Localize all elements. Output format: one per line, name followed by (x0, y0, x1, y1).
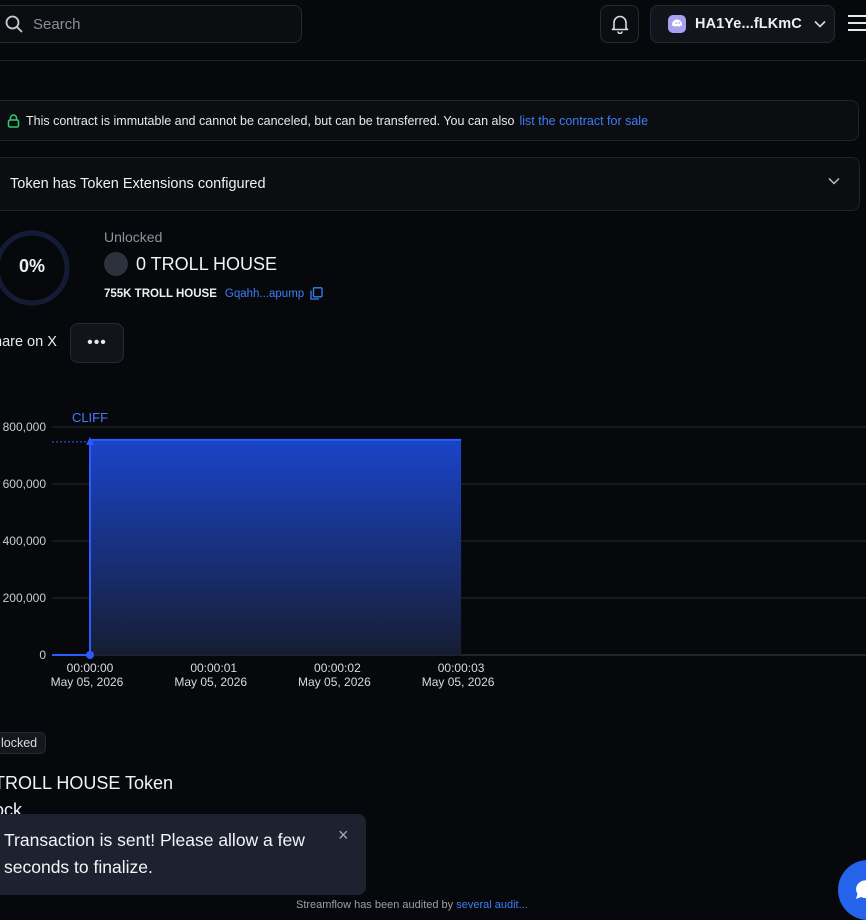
x-tick-date: May 05, 2026 (51, 675, 124, 689)
chevron-down-icon (828, 177, 840, 185)
audit-text: Streamflow has been audited by (296, 899, 454, 911)
phantom-ghost-icon (668, 15, 686, 33)
wallet-button[interactable]: HA1Ye...fLKmC (650, 5, 835, 43)
extensions-prefix: Token has (10, 176, 77, 192)
x-tick-date: May 05, 2026 (174, 675, 247, 689)
unlock-chart: 800,000 600,000 400,000 200,000 0 CLIFF 00:00:… (3, 410, 866, 689)
x-tick-time: 00:00:03 (438, 661, 485, 675)
x-tick-time: 00:00:02 (314, 661, 361, 675)
unlock-percentage: 0% (18, 256, 45, 276)
wallet-address: HA1Ye...fLKmC (695, 16, 802, 32)
y-tick-label: 800,000 (3, 420, 47, 434)
search-bar[interactable] (0, 5, 302, 43)
toast-message: Transaction is sent! Please allow a few … (4, 830, 305, 877)
chevron-down-icon (814, 20, 826, 28)
transaction-toast: Transaction is sent! Please allow a few … (0, 814, 366, 895)
bell-icon (611, 15, 628, 34)
list-for-sale-link[interactable]: list the contract for sale (520, 114, 649, 128)
search-input[interactable] (31, 14, 275, 34)
total-amount: 755K TROLL HOUSE (104, 287, 217, 300)
cliff-label: CLIFF (72, 410, 108, 425)
notifications-button[interactable] (600, 5, 639, 43)
more-icon: ••• (87, 334, 107, 351)
copy-icon[interactable] (310, 287, 323, 300)
x-tick-date: May 05, 2026 (298, 675, 371, 689)
immutable-banner: This contract is immutable and cannot be… (0, 100, 859, 141)
close-icon[interactable]: × (338, 822, 349, 849)
x-tick-time: 00:00:00 (67, 661, 114, 675)
audit-link[interactable]: several audit... (456, 899, 528, 911)
x-tick-date: May 05, 2026 (422, 675, 495, 689)
area-fill (90, 439, 462, 655)
unlocked-amount-text: 0 TROLL HOUSE (136, 253, 278, 274)
y-tick-label: 600,000 (3, 477, 47, 491)
chat-icon (855, 880, 866, 899)
unlocked-label: Unlocked (104, 229, 163, 245)
more-options-button[interactable]: ••• (70, 323, 124, 363)
share-on-x-button[interactable]: hare on X (0, 334, 57, 350)
unlocked-amount: 0 TROLL HOUSE (104, 252, 277, 276)
header-divider (0, 60, 866, 61)
extensions-label: Token Extensions configured (80, 176, 266, 192)
y-tick-label: 200,000 (3, 591, 47, 605)
token-meta: 755K TROLL HOUSE Gqahh...apump (104, 287, 323, 300)
contract-title-line1: TROLL HOUSE Token (0, 773, 174, 793)
search-icon (5, 15, 23, 33)
chat-button[interactable] (838, 860, 866, 920)
audit-footer: Streamflow has been audited by several a… (296, 899, 528, 911)
y-tick-label: 0 (39, 648, 46, 662)
token-avatar (104, 252, 128, 276)
menu-icon[interactable] (847, 14, 866, 32)
status-badge: locked (0, 732, 47, 754)
y-tick-label: 400,000 (3, 534, 47, 548)
mint-address-link[interactable]: Gqahh...apump (225, 288, 304, 300)
token-extensions-accordion[interactable]: Token has Token Extensions configured (0, 157, 860, 211)
x-tick-time: 00:00:01 (190, 661, 237, 675)
banner-text: This contract is immutable and cannot be… (26, 113, 515, 128)
start-point (86, 651, 94, 659)
lock-icon (7, 113, 20, 128)
